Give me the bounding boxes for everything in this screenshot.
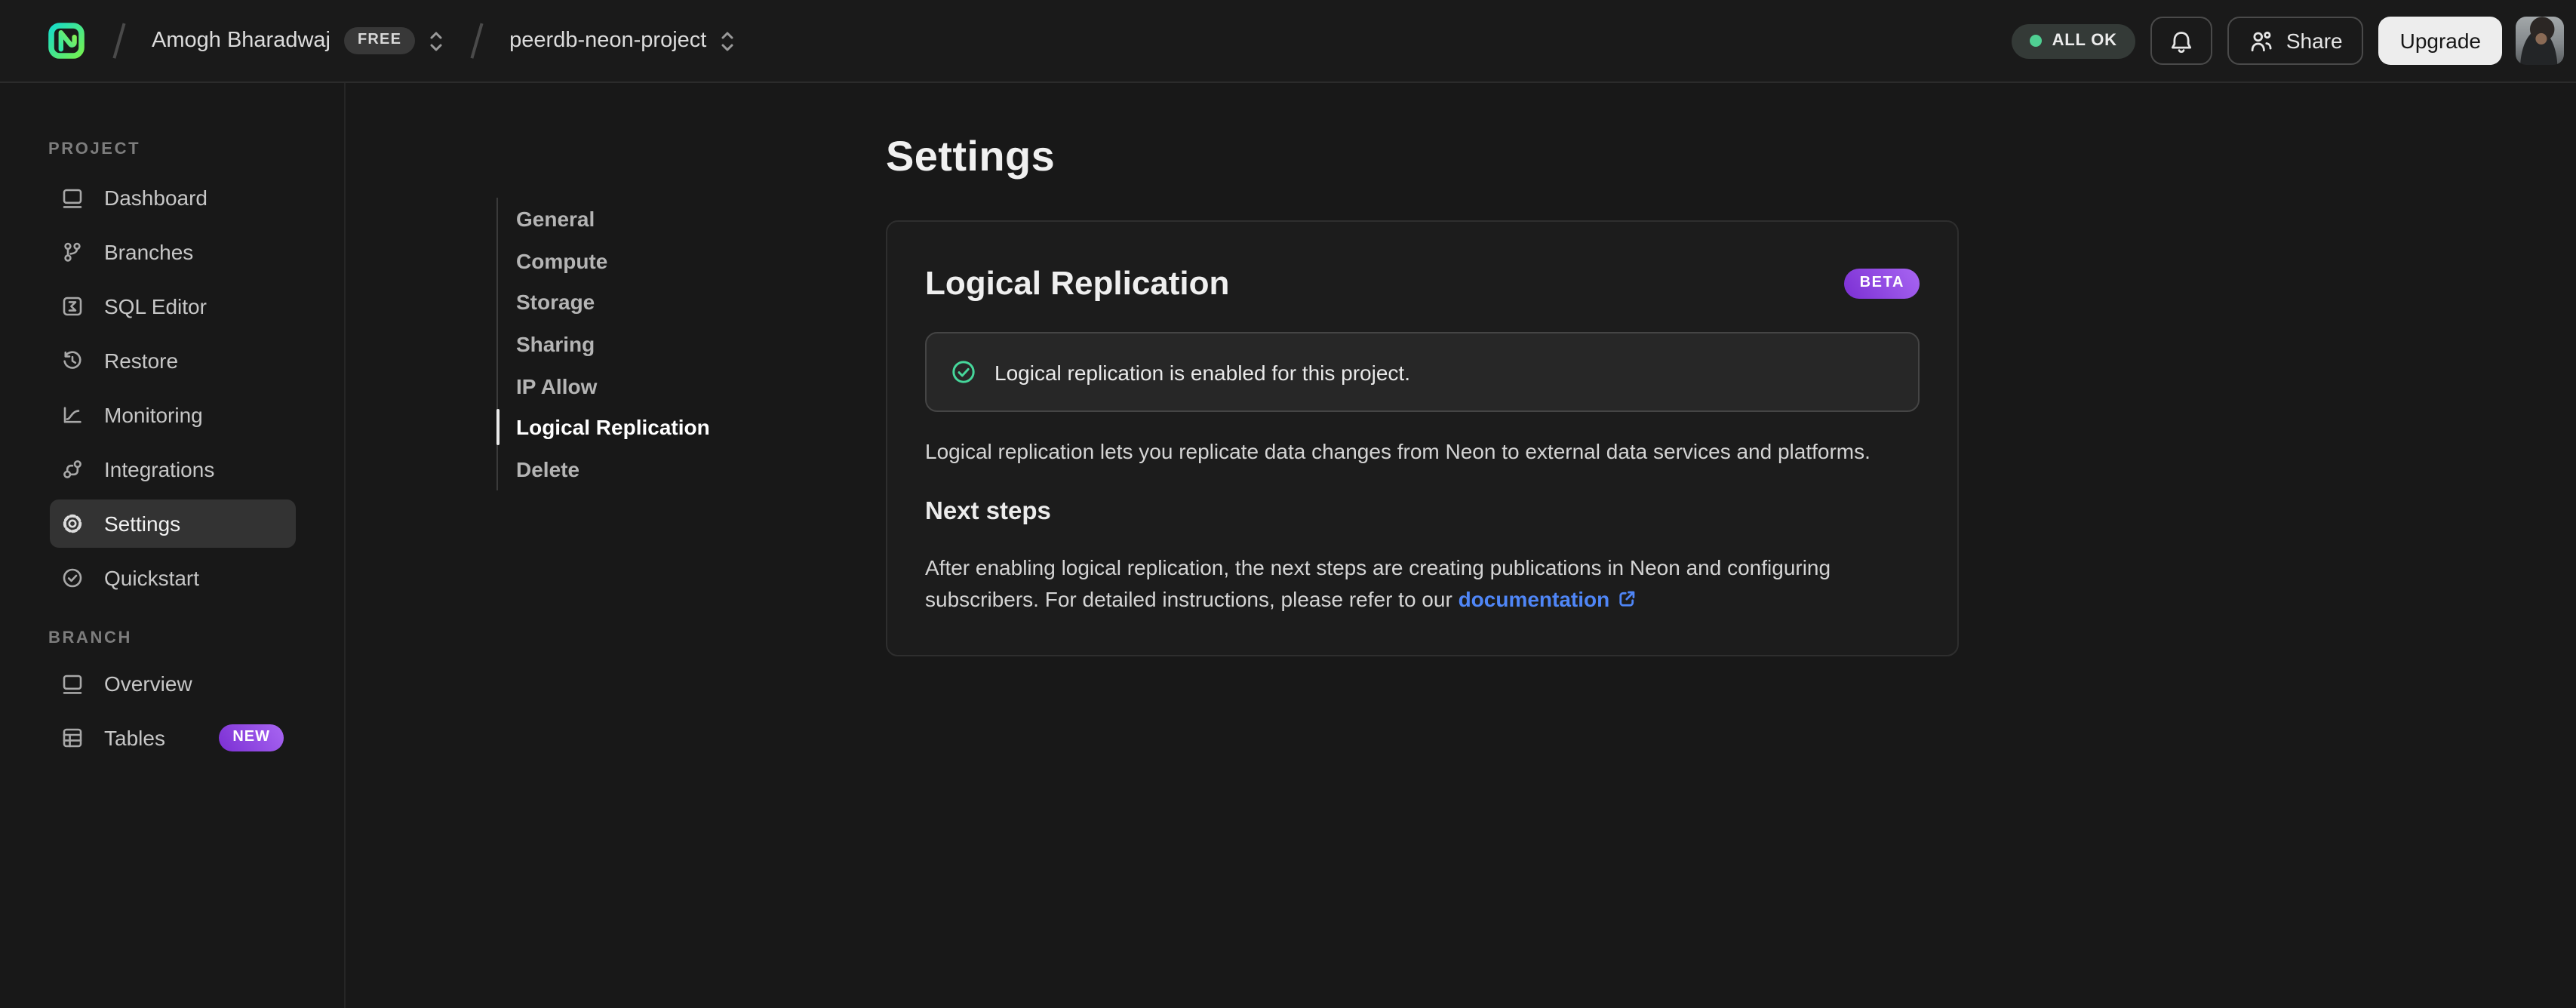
main-content: Settings Logical Replication BETA Logica… (886, 133, 1959, 656)
settings-nav-sharing[interactable]: Sharing (516, 323, 710, 364)
dashboard-icon (60, 186, 85, 210)
settings-nav-delete[interactable]: Delete (516, 448, 710, 490)
sidebar-item-integrations[interactable]: Integrations (50, 445, 296, 493)
external-link-icon (1615, 589, 1637, 610)
next-steps-title: Next steps (925, 497, 1051, 524)
settings-nav-ip-allow[interactable]: IP Allow (516, 365, 710, 407)
upgrade-label: Upgrade (2399, 29, 2481, 53)
project-name: peerdb-neon-project (509, 29, 707, 53)
sidebar-item-label: Restore (104, 349, 179, 373)
sidebar-item-monitoring[interactable]: Monitoring (50, 391, 296, 439)
chevron-updown-icon (720, 28, 735, 54)
sidebar-item-label: SQL Editor (104, 294, 207, 318)
status-dot-icon (2029, 35, 2042, 47)
upgrade-button[interactable]: Upgrade (2378, 17, 2502, 65)
sidebar-item-label: Settings (104, 512, 181, 536)
breadcrumb-project[interactable]: peerdb-neon-project (509, 28, 735, 54)
settings-nav-logical-replication[interactable]: Logical Replication (495, 407, 710, 448)
beta-badge: BETA (1844, 269, 1920, 299)
neon-logo-icon (47, 21, 86, 60)
sidebar-item-label: Quickstart (104, 566, 200, 590)
neon-logo[interactable] (47, 21, 86, 60)
sidebar-item-overview[interactable]: Overview (50, 659, 296, 708)
next-steps-pre: After enabling logical replication, the … (925, 555, 1831, 611)
card-header: Logical Replication BETA (925, 264, 1920, 303)
share-label: Share (2286, 29, 2343, 53)
share-button[interactable]: Share (2227, 17, 2364, 65)
sidebar-item-branches[interactable]: Branches (50, 228, 296, 276)
bell-icon (2169, 28, 2194, 54)
org-name: Amogh Bharadwaj (152, 29, 330, 53)
share-users-icon (2249, 28, 2274, 54)
notifications-button[interactable] (2150, 17, 2212, 65)
sidebar-item-label: Branches (104, 240, 194, 264)
window-icon (60, 671, 85, 696)
table-icon (60, 726, 85, 750)
sidebar-item-label: Monitoring (104, 403, 203, 427)
plan-badge: FREE (344, 27, 416, 54)
settings-nav: General Compute Storage Sharing IP Allow… (495, 198, 710, 490)
breadcrumb-separator (112, 23, 125, 59)
check-circle-icon (60, 566, 85, 590)
sidebar-item-label: Tables (104, 726, 165, 750)
alert-text: Logical replication is enabled for this … (994, 360, 1410, 384)
sidebar-item-sql-editor[interactable]: SQL Editor (50, 282, 296, 330)
card-title: Logical Replication (925, 264, 1230, 302)
monitoring-chart-icon (60, 403, 85, 427)
sidebar-item-dashboard[interactable]: Dashboard (50, 174, 296, 222)
chevron-updown-icon (429, 28, 444, 54)
breadcrumb-separator (470, 23, 483, 59)
sidebar-item-restore[interactable]: Restore (50, 337, 296, 385)
sidebar-item-settings[interactable]: Settings (50, 499, 296, 548)
replication-description: Logical replication lets you replicate d… (925, 439, 1871, 463)
next-steps-text: After enabling logical replication, the … (925, 552, 1920, 616)
restore-clock-icon (60, 349, 85, 373)
user-avatar[interactable] (2516, 17, 2564, 65)
new-badge: NEW (219, 724, 284, 751)
sidebar-section-branch: BRANCH (48, 629, 132, 647)
page-title: Settings (886, 133, 1056, 180)
sidebar-item-label: Overview (104, 671, 192, 696)
sidebar-item-label: Dashboard (104, 186, 207, 210)
sql-editor-icon (60, 294, 85, 318)
gear-icon (60, 512, 85, 536)
top-bar: Amogh Bharadwaj FREE peerdb-neon-project… (0, 0, 2576, 83)
success-check-icon (951, 359, 976, 385)
settings-nav-general[interactable]: General (516, 198, 710, 239)
replication-enabled-alert: Logical replication is enabled for this … (925, 332, 1920, 412)
settings-nav-storage[interactable]: Storage (516, 281, 710, 323)
documentation-link[interactable]: documentation (1459, 587, 1610, 611)
status-badge[interactable]: ALL OK (2011, 23, 2135, 58)
sidebar-item-tables[interactable]: Tables NEW (50, 714, 296, 762)
sidebar: PROJECT Dashboard Branches SQL Editor Re… (0, 83, 346, 1008)
git-branch-icon (60, 240, 85, 264)
logical-replication-card: Logical Replication BETA Logical replica… (886, 220, 1959, 656)
settings-nav-compute[interactable]: Compute (516, 239, 710, 281)
status-label: ALL OK (2052, 32, 2117, 50)
integrations-icon (60, 457, 85, 481)
neon-console: Amogh Bharadwaj FREE peerdb-neon-project… (0, 0, 2576, 1008)
sidebar-section-project: PROJECT (48, 140, 141, 158)
breadcrumb-org[interactable]: Amogh Bharadwaj FREE (152, 27, 444, 54)
sidebar-item-label: Integrations (104, 457, 215, 481)
sidebar-item-quickstart[interactable]: Quickstart (50, 554, 296, 602)
